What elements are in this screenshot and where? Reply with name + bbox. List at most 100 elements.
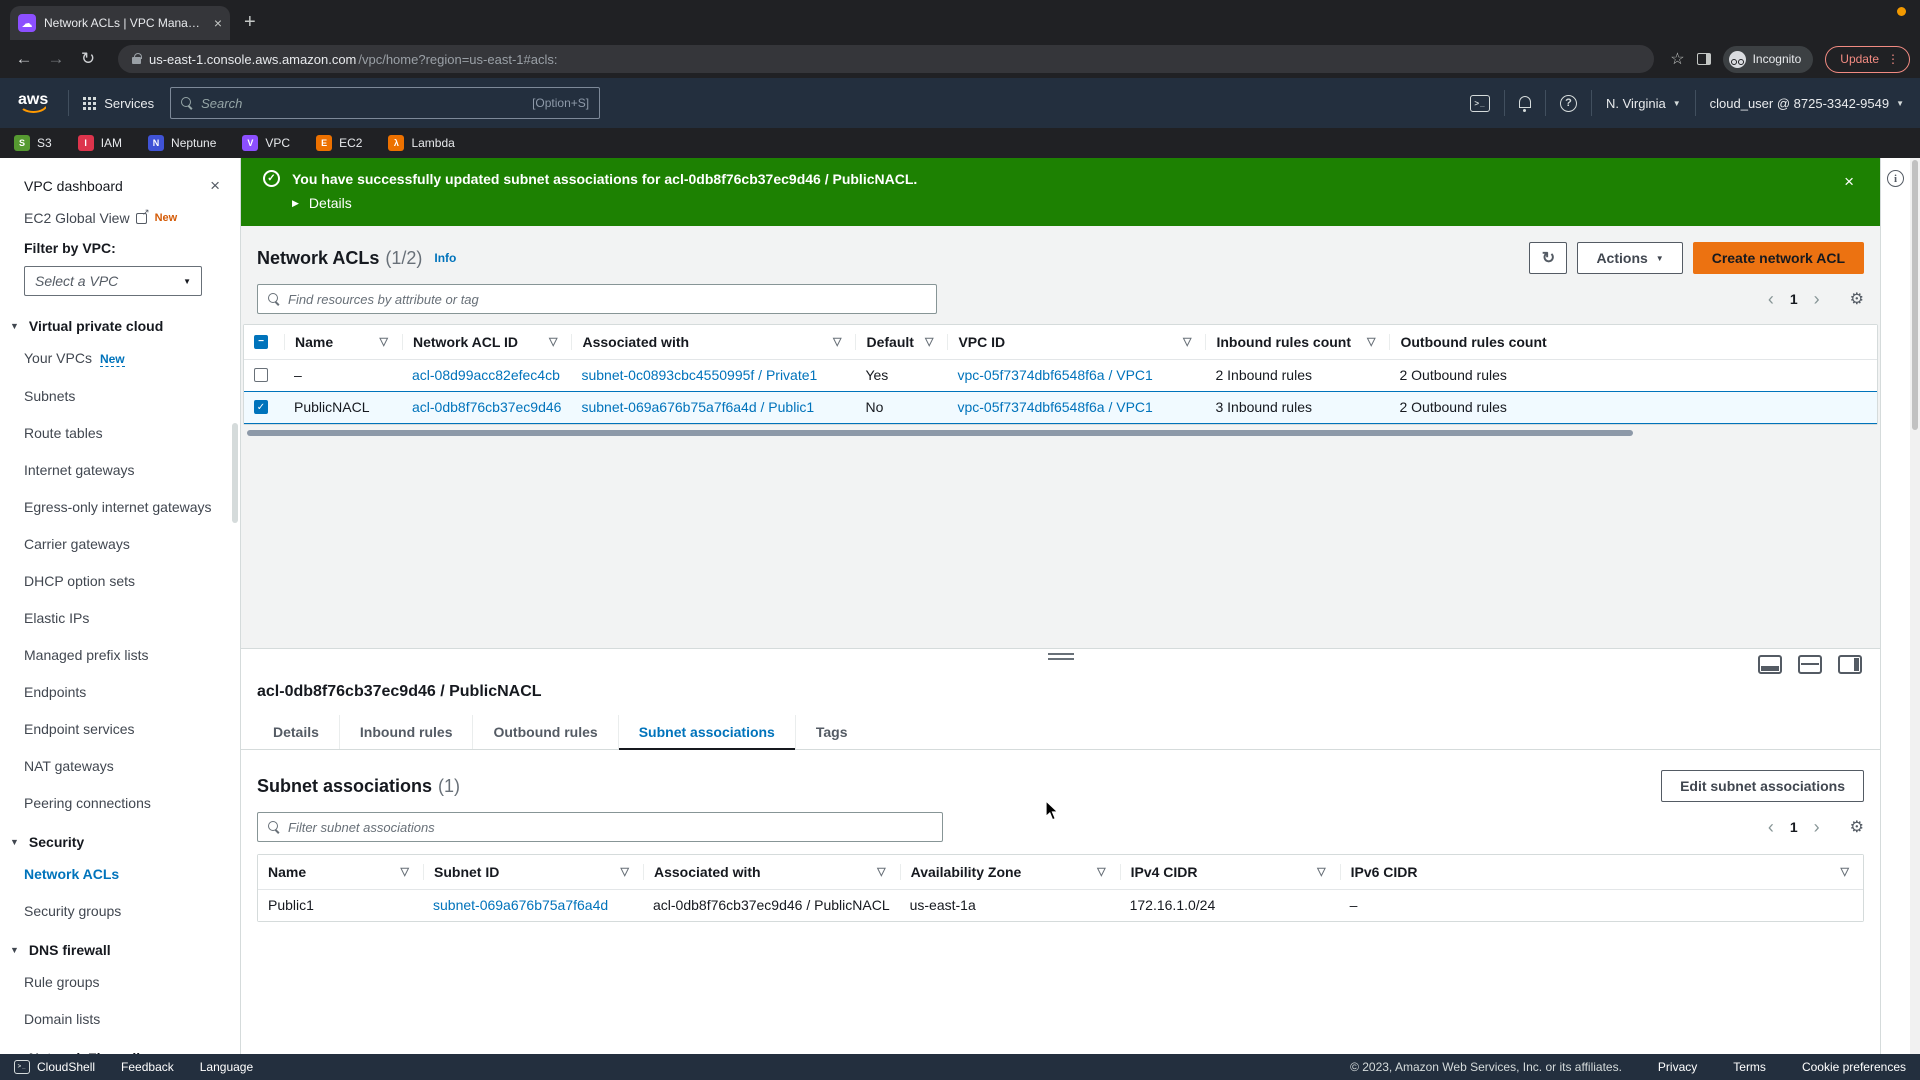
acl-id-link[interactable]: acl-0db8f76cb37ec9d46 <box>412 399 561 415</box>
console-search[interactable]: [Option+S] <box>170 87 600 119</box>
tab-subnet-associations[interactable]: Subnet associations <box>618 715 795 749</box>
table-row[interactable]: Public1 subnet-069a676b75a7f6a4d acl-0db… <box>258 889 1863 921</box>
vpc-link[interactable]: vpc-05f7374dbf6548f6a / VPC1 <box>957 367 1152 383</box>
sort-icon[interactable]: ▽ <box>877 865 889 878</box>
subnet-filter-field[interactable] <box>257 812 943 842</box>
sidebar-item-subnets[interactable]: Subnets <box>24 386 220 407</box>
back-button[interactable]: ← <box>10 49 38 69</box>
forward-button[interactable]: → <box>42 49 70 69</box>
panel-resize-handle[interactable] <box>1048 653 1074 663</box>
next-page-icon[interactable]: › <box>1814 289 1820 310</box>
create-network-acl-button[interactable]: Create network ACL <box>1693 242 1864 274</box>
account-menu[interactable]: cloud_user @ 8725-3342-9549 ▼ <box>1710 96 1904 111</box>
next-page-icon[interactable]: › <box>1814 817 1820 838</box>
chrome-update-button[interactable]: Update ⋮ <box>1825 46 1910 73</box>
page-number[interactable]: 1 <box>1790 819 1798 835</box>
aws-logo[interactable]: aws <box>16 91 54 115</box>
tab-tags[interactable]: Tags <box>795 715 868 749</box>
sidebar-close-icon[interactable]: × <box>210 176 220 196</box>
refresh-button[interactable]: ↻ <box>1529 242 1567 274</box>
tab-outbound-rules[interactable]: Outbound rules <box>472 715 617 749</box>
sidebar-item-endpoint-services[interactable]: Endpoint services <box>24 719 220 740</box>
subnet-filter-input[interactable] <box>288 820 932 835</box>
sort-icon[interactable]: ▽ <box>1367 335 1379 348</box>
console-search-input[interactable] <box>201 96 524 111</box>
table-row-selected[interactable]: ✓ PublicNACL acl-0db8f76cb37ec9d46 subne… <box>244 391 1877 423</box>
section-virtual-private-cloud[interactable]: ▼ Virtual private cloud <box>10 318 240 334</box>
sidebar-item-rule-groups[interactable]: Rule groups <box>24 972 220 993</box>
section-security[interactable]: ▼ Security <box>10 834 240 850</box>
footer-feedback-link[interactable]: Feedback <box>121 1060 174 1074</box>
bookmark-neptune[interactable]: NNeptune <box>148 135 216 151</box>
layout-bottom-panel-icon[interactable] <box>1758 655 1782 674</box>
page-number[interactable]: 1 <box>1790 291 1798 307</box>
new-tab-button[interactable]: + <box>244 11 256 34</box>
sidebar-item-internet-gateways[interactable]: Internet gateways <box>24 460 220 481</box>
sort-icon[interactable]: ▽ <box>401 865 413 878</box>
sort-icon[interactable]: ▽ <box>1317 865 1329 878</box>
sidebar-scrollbar[interactable] <box>232 423 238 523</box>
scrollbar-thumb[interactable] <box>1912 160 1918 430</box>
layout-side-panel-icon[interactable] <box>1838 655 1862 674</box>
sort-icon[interactable]: ▽ <box>380 335 392 348</box>
prev-page-icon[interactable]: ‹ <box>1768 289 1774 310</box>
table-settings-gear-icon[interactable]: ⚙ <box>1850 817 1864 837</box>
bookmark-vpc[interactable]: VVPC <box>242 135 290 151</box>
sort-icon[interactable]: ▽ <box>621 865 633 878</box>
footer-privacy-link[interactable]: Privacy <box>1658 1060 1697 1074</box>
notifications-bell-icon[interactable] <box>1519 99 1531 108</box>
subnet-link[interactable]: subnet-069a676b75a7f6a4d / Public1 <box>581 399 814 415</box>
sidebar-item-vpc-dashboard[interactable]: VPC dashboard <box>24 178 123 194</box>
sidebar-item-domain-lists[interactable]: Domain lists <box>24 1009 220 1030</box>
vertical-scrollbar[interactable] <box>1910 158 1920 1054</box>
banner-details-toggle[interactable]: ▶ Details <box>292 195 1860 211</box>
subnet-id-link[interactable]: subnet-069a676b75a7f6a4d <box>433 897 608 913</box>
horizontal-scrollbar[interactable] <box>245 429 1876 437</box>
sidebar-item-security-groups[interactable]: Security groups <box>24 901 220 922</box>
sort-icon[interactable]: ▽ <box>925 335 937 348</box>
cloudshell-icon[interactable]: >_ <box>1470 95 1490 112</box>
vpc-filter-select[interactable]: Select a VPC ▼ <box>24 266 202 296</box>
side-panel-icon[interactable] <box>1697 53 1711 65</box>
table-settings-gear-icon[interactable]: ⚙ <box>1850 289 1864 309</box>
chrome-menu-icon[interactable]: ⋮ <box>1887 52 1899 66</box>
browser-tab[interactable]: ☁ Network ACLs | VPC Managem × <box>10 6 230 40</box>
row-checkbox[interactable] <box>254 368 268 382</box>
prev-page-icon[interactable]: ‹ <box>1768 817 1774 838</box>
tab-details[interactable]: Details <box>253 715 339 749</box>
footer-cookie-preferences-link[interactable]: Cookie preferences <box>1802 1060 1906 1074</box>
help-icon[interactable]: ? <box>1560 95 1577 112</box>
sort-icon[interactable]: ▽ <box>1183 335 1195 348</box>
section-dns-firewall[interactable]: ▼ DNS firewall <box>10 942 240 958</box>
sidebar-item-endpoints[interactable]: Endpoints <box>24 682 220 703</box>
sidebar-item-peering-connections[interactable]: Peering connections <box>24 793 220 814</box>
bookmark-iam[interactable]: IIAM <box>78 135 122 151</box>
banner-close-icon[interactable]: × <box>1844 172 1854 192</box>
address-bar[interactable]: us-east-1.console.aws.amazon.com/vpc/hom… <box>118 45 1654 73</box>
acl-id-link[interactable]: acl-08d99acc82efec4cb <box>412 367 560 383</box>
table-row[interactable]: – acl-08d99acc82efec4cb subnet-0c0893cbc… <box>244 359 1877 391</box>
tab-close-icon[interactable]: × <box>214 15 222 31</box>
services-menu[interactable]: Services <box>83 96 154 111</box>
sort-icon[interactable]: ▽ <box>833 335 845 348</box>
acl-filter-input[interactable] <box>288 292 926 307</box>
row-checkbox[interactable]: ✓ <box>254 400 268 414</box>
bookmark-star-icon[interactable]: ☆ <box>1670 49 1684 69</box>
sidebar-item-carrier-gateways[interactable]: Carrier gateways <box>24 534 220 555</box>
sidebar-item-your-vpcs[interactable]: Your VPCsNew <box>24 348 220 370</box>
footer-language-link[interactable]: Language <box>200 1060 253 1074</box>
info-link[interactable]: Info <box>434 251 456 265</box>
reload-button[interactable]: ↻ <box>74 49 102 69</box>
bookmark-ec2[interactable]: EEC2 <box>316 135 362 151</box>
footer-terms-link[interactable]: Terms <box>1733 1060 1766 1074</box>
subnet-link[interactable]: subnet-0c0893cbc4550995f / Private1 <box>581 367 817 383</box>
sidebar-item-ec2-global-view[interactable]: EC2 Global View New <box>24 210 240 226</box>
sidebar-item-dhcp-option-sets[interactable]: DHCP option sets <box>24 571 220 592</box>
acl-filter-field[interactable] <box>257 284 937 314</box>
sidebar-item-route-tables[interactable]: Route tables <box>24 423 220 444</box>
sort-icon[interactable]: ▽ <box>1841 865 1853 878</box>
actions-button[interactable]: Actions ▼ <box>1577 242 1682 274</box>
edit-subnet-associations-button[interactable]: Edit subnet associations <box>1661 770 1864 802</box>
bookmark-lambda[interactable]: λLambda <box>388 135 454 151</box>
layout-split-panel-icon[interactable] <box>1798 655 1822 674</box>
